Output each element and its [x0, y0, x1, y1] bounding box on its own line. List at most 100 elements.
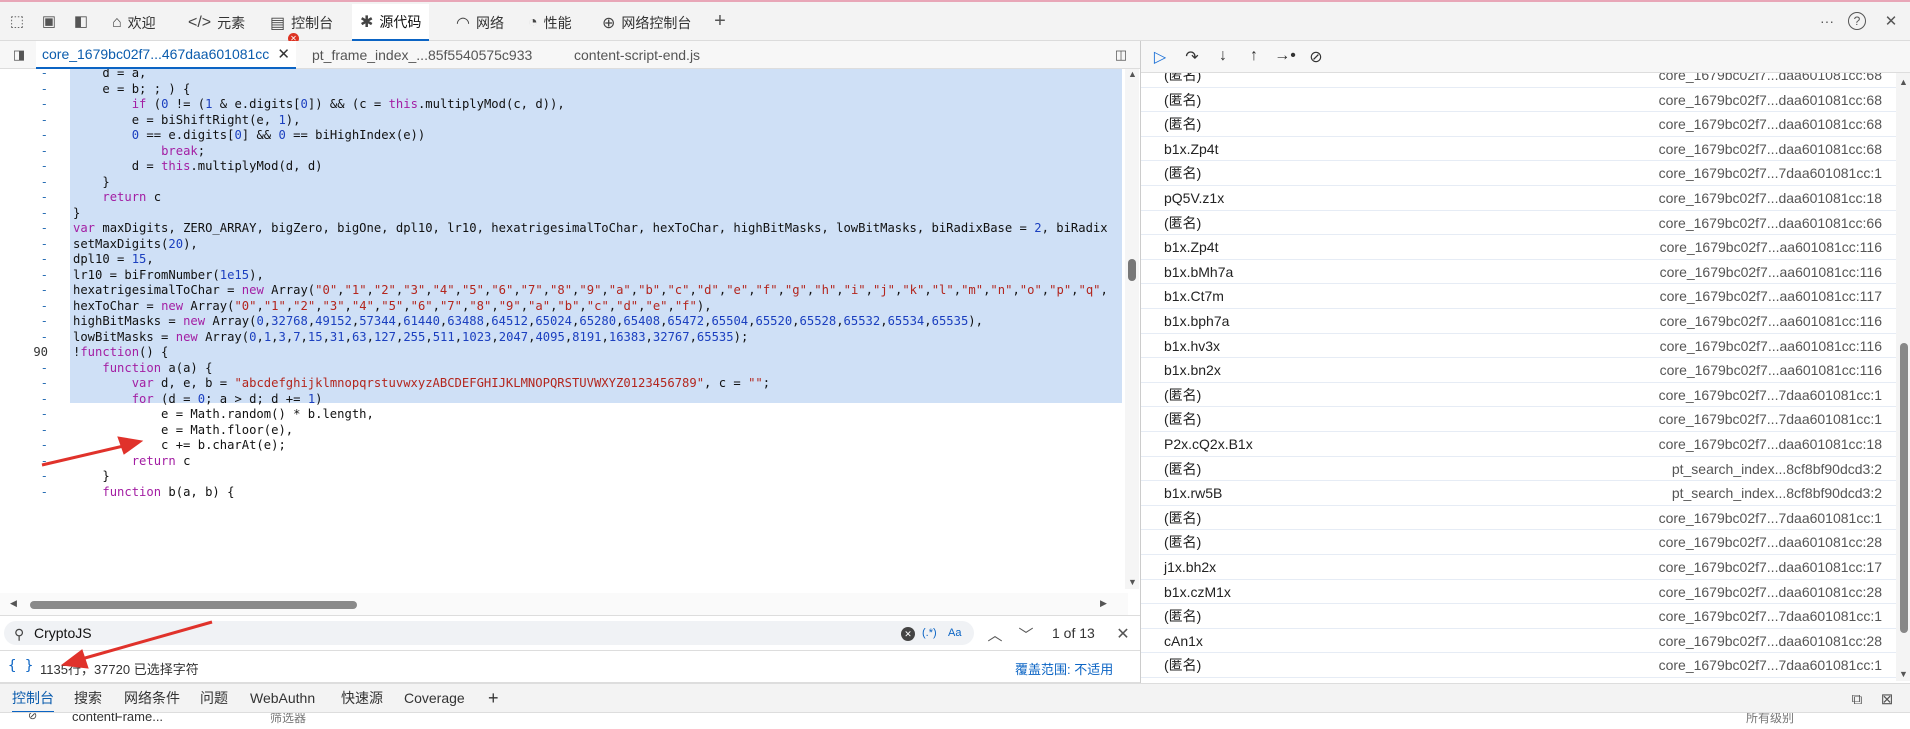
scroll-up-icon[interactable]: ▲	[1899, 77, 1908, 87]
call-frame[interactable]: b1x.Zp4t core_1679bc02f7...aa601081cc:116	[1141, 235, 1896, 260]
call-frame[interactable]: (匿名) core_1679bc02f7...daa601081cc:68	[1141, 112, 1896, 137]
code-horizontal-scrollbar[interactable]: ◀ ▶	[0, 593, 1128, 615]
tab-network-console[interactable]: ⊕ 网络控制台	[594, 4, 699, 41]
tab-network[interactable]: ◠ 网络	[448, 4, 512, 41]
search-input[interactable]	[34, 624, 894, 642]
call-frame[interactable]: b1x.bMh7a core_1679bc02f7...aa601081cc:11…	[1141, 260, 1896, 285]
step-over-icon[interactable]: ↷	[1181, 47, 1203, 67]
close-devtools-icon[interactable]: ✕	[1880, 10, 1902, 32]
toggle-debugger-icon[interactable]: ◫	[1110, 44, 1132, 66]
call-frame[interactable]: (匿名) core_1679bc02f7...daa601081cc:66	[1141, 211, 1896, 236]
clear-search-icon[interactable]: ✕	[901, 627, 915, 641]
frame-location-link[interactable]: core_1679bc02f7...7daa601081cc:1	[1659, 653, 1882, 677]
help-icon[interactable]: ?	[1848, 12, 1866, 30]
step-icon[interactable]: →•	[1274, 47, 1296, 67]
call-frame[interactable]: (匿名) core_1679bc02f7...7daa601081cc:1	[1141, 383, 1896, 408]
deactivate-breakpoints-icon[interactable]: ⊘	[1305, 47, 1327, 67]
previous-match-icon[interactable]: ︿	[984, 623, 1006, 645]
coverage-info[interactable]: 覆盖范围: 不适用	[1015, 659, 1113, 678]
frame-location-link[interactable]: core_1679bc02f7...7daa601081cc:1	[1659, 604, 1882, 628]
step-into-icon[interactable]: ↓	[1212, 47, 1234, 67]
frame-location-link[interactable]: core_1679bc02f7...7daa601081cc:1	[1659, 383, 1882, 407]
call-frame[interactable]: (匿名) core_1679bc02f7...7daa601081cc:1	[1141, 604, 1896, 629]
call-frame[interactable]: b1x.bph7a core_1679bc02f7...aa601081cc:11…	[1141, 309, 1896, 334]
add-tab-button[interactable]: +	[709, 10, 731, 32]
scrollbar-thumb[interactable]	[30, 601, 357, 609]
pretty-print-button[interactable]: { }	[8, 658, 33, 674]
close-drawer-icon[interactable]: ⊠	[1876, 688, 1898, 710]
frame-location-link[interactable]: core_1679bc02f7...aa601081cc:116	[1660, 309, 1882, 333]
call-frame[interactable]: (匿名) core_1679bc02f7...daa601081cc:68	[1141, 73, 1896, 88]
frame-location-link[interactable]: core_1679bc02f7...aa601081cc:117	[1660, 284, 1882, 308]
code-line[interactable]: - function b(a, b) {	[0, 483, 1122, 502]
frame-location-link[interactable]: core_1679bc02f7...aa601081cc:116	[1660, 358, 1882, 382]
context-selector[interactable]: contentFrame...	[72, 713, 163, 724]
regex-toggle[interactable]: (.*)	[922, 627, 937, 639]
scrollbar-thumb[interactable]	[1900, 343, 1908, 633]
close-search-icon[interactable]: ✕	[1112, 623, 1134, 645]
frame-location-link[interactable]: core_1679bc02f7...daa601081cc:68	[1659, 112, 1882, 136]
drawer-tab-webauthn[interactable]: WebAuthn	[250, 684, 315, 713]
call-frame[interactable]: b1x.Zp4t core_1679bc02f7...daa601081cc:68	[1141, 137, 1896, 162]
tab-elements[interactable]: </> 元素	[180, 4, 253, 41]
scroll-right-icon[interactable]: ▶	[1100, 598, 1107, 609]
drawer-tab-console[interactable]: 控制台	[12, 684, 54, 713]
device-emulation-icon[interactable]: ▣	[38, 10, 60, 32]
file-tab-pt-frame-index[interactable]: pt_frame_index_...85f5540575c933	[306, 41, 538, 69]
scroll-up-icon[interactable]: ▲	[1128, 69, 1137, 79]
more-options-icon[interactable]: ···	[1816, 10, 1838, 32]
call-frame[interactable]: pQ5V.z1x core_1679bc02f7...daa601081cc:18	[1141, 186, 1896, 211]
call-frame[interactable]: (匿名) core_1679bc02f7...7daa601081cc:1	[1141, 161, 1896, 186]
tab-sources[interactable]: ✱ 源代码	[352, 4, 430, 41]
call-frame[interactable]: b1x.Ct7m core_1679bc02f7...aa601081cc:117	[1141, 284, 1896, 309]
file-tab-core[interactable]: core_1679bc02f7...467daa601081cc ✕	[36, 41, 296, 69]
call-frame[interactable]: b1x.hv3x core_1679bc02f7...aa601081cc:116	[1141, 334, 1896, 359]
drawer-tab-issues[interactable]: 问题	[200, 684, 228, 713]
frame-location-link[interactable]: core_1679bc02f7...aa601081cc:116	[1660, 334, 1882, 358]
resume-icon[interactable]: ▷	[1149, 47, 1171, 67]
frame-location-link[interactable]: core_1679bc02f7...aa601081cc:116	[1660, 235, 1882, 259]
frame-location-link[interactable]: core_1679bc02f7...aa601081cc:116	[1660, 260, 1882, 284]
tab-performance[interactable]: ◔ 性能	[520, 4, 580, 41]
frame-location-link[interactable]: core_1679bc02f7...daa601081cc:68	[1659, 88, 1882, 112]
call-frame[interactable]: j1x.bh2x core_1679bc02f7...daa601081cc:17	[1141, 555, 1896, 580]
frame-location-link[interactable]: core_1679bc02f7...daa601081cc:28	[1659, 530, 1882, 554]
undock-drawer-icon[interactable]: ⧉	[1846, 688, 1868, 710]
frame-location-link[interactable]: pt_search_index...8cf8bf90dcd3:2	[1672, 457, 1882, 481]
frame-location-link[interactable]: core_1679bc02f7...daa601081cc:18	[1659, 432, 1882, 456]
tab-console[interactable]: ▤ ✕ 控制台	[262, 4, 341, 44]
scroll-left-icon[interactable]: ◀	[10, 598, 17, 609]
tab-welcome[interactable]: ⌂ 欢迎	[104, 4, 164, 41]
call-frame[interactable]: (匿名) core_1679bc02f7...7daa601081cc:1	[1141, 506, 1896, 531]
line-gutter[interactable]: -	[0, 483, 48, 502]
call-frame[interactable]: b1x.rw5B pt_search_index...8cf8bf90dcd3:2	[1141, 481, 1896, 506]
frame-location-link[interactable]: core_1679bc02f7...7daa601081cc:1	[1659, 506, 1882, 530]
step-out-icon[interactable]: ↑	[1243, 47, 1265, 67]
call-stack-scrollbar[interactable]: ▲ ▼	[1896, 73, 1910, 681]
frame-location-link[interactable]: core_1679bc02f7...7daa601081cc:1	[1659, 161, 1882, 185]
call-frame[interactable]: (匿名) core_1679bc02f7...daa601081cc:28	[1141, 530, 1896, 555]
frame-location-link[interactable]: core_1679bc02f7...daa601081cc:18	[1659, 186, 1882, 210]
dock-side-icon[interactable]: ◧	[70, 10, 92, 32]
frame-location-link[interactable]: core_1679bc02f7...7daa601081cc:1	[1659, 407, 1882, 431]
toggle-navigator-icon[interactable]: ◨	[8, 44, 30, 66]
inspect-element-icon[interactable]: ⬚	[6, 10, 28, 32]
drawer-tab-coverage[interactable]: Coverage	[404, 684, 465, 713]
code-vertical-scrollbar[interactable]: ▲ ▼	[1125, 69, 1139, 589]
scrollbar-thumb[interactable]	[1128, 259, 1136, 281]
clear-console-icon[interactable]: ⊘	[28, 713, 37, 722]
scroll-down-icon[interactable]: ▼	[1899, 669, 1908, 679]
file-tab-content-script-end[interactable]: content-script-end.js	[568, 41, 706, 69]
drawer-tab-network-conditions[interactable]: 网络条件	[124, 684, 180, 713]
call-frame[interactable]: P2x.cQ2x.B1x core_1679bc02f7...daa601081c…	[1141, 432, 1896, 457]
call-frame[interactable]: (匿名) core_1679bc02f7...7daa601081cc:1	[1141, 407, 1896, 432]
frame-location-link[interactable]: core_1679bc02f7...daa601081cc:66	[1659, 211, 1882, 235]
frame-location-link[interactable]: core_1679bc02f7...daa601081cc:17	[1659, 555, 1882, 579]
call-frame[interactable]: b1x.czM1x core_1679bc02f7...daa601081cc:2…	[1141, 580, 1896, 605]
call-frame[interactable]: (匿名) core_1679bc02f7...7daa601081cc:1	[1141, 653, 1896, 678]
match-case-toggle[interactable]: Aa	[948, 627, 961, 639]
scroll-down-icon[interactable]: ▼	[1128, 577, 1137, 587]
call-frame[interactable]: cAn1x core_1679bc02f7...daa601081cc:28	[1141, 629, 1896, 654]
frame-location-link[interactable]: core_1679bc02f7...daa601081cc:68	[1659, 137, 1882, 161]
drawer-tab-quick-source[interactable]: 快速源	[341, 684, 383, 713]
